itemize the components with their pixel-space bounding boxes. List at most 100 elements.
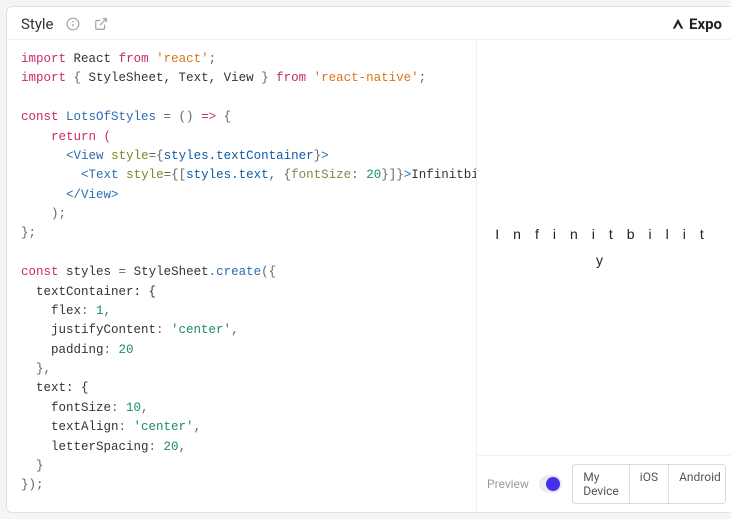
token-key: padding (21, 343, 104, 357)
token-paren: ({ (261, 265, 276, 279)
token-comma: , (231, 323, 239, 337)
token-line: }; (21, 226, 36, 240)
tab-android[interactable]: Android (669, 465, 726, 503)
platform-tabs: My Device iOS Android Web (572, 464, 726, 504)
token-keyword: import (21, 52, 66, 66)
token-line: } (21, 459, 44, 473)
preview-output-text: Infinitbility (489, 222, 724, 272)
token-punc: ; (209, 52, 217, 66)
token-line: ); (21, 207, 66, 221)
expo-logo-icon (671, 17, 685, 31)
token-punc: = () (156, 110, 201, 124)
token-comma: , (141, 401, 149, 415)
token-number: 20 (164, 440, 179, 454)
token-key: fontSize (291, 168, 351, 182)
external-link-icon[interactable] (92, 15, 110, 33)
sp (119, 168, 127, 182)
indent (21, 168, 81, 182)
token-key: letterSpacing (21, 440, 149, 454)
token-brace: { (156, 149, 164, 163)
token-jsx-tag: View (81, 188, 111, 202)
expo-snack-window: Style Expo import React from 'react'; im… (6, 6, 731, 513)
token-tag-open: < (81, 168, 89, 182)
token-tag-open: < (66, 149, 74, 163)
token-number: 10 (126, 401, 141, 415)
token-colon: : (119, 420, 134, 434)
preview-footer: Preview My Device iOS Android Web (477, 455, 731, 512)
token-string: 'react' (156, 52, 209, 66)
token-endtag-open: </ (66, 188, 81, 202)
token-brace: } (254, 71, 269, 85)
expo-brand-label: Expo (689, 15, 722, 33)
token-jsx-tag: Text (89, 168, 119, 182)
token-id: styles (66, 265, 111, 279)
token-brace: { (216, 110, 231, 124)
expo-brand[interactable]: Expo (671, 15, 722, 33)
token-comma: , (269, 168, 284, 182)
token-colon: : (104, 343, 119, 357)
token-colon: : (149, 440, 164, 454)
token-expr: styles.textContainer (164, 149, 314, 163)
sp (104, 149, 112, 163)
token-line: return ( (21, 130, 111, 144)
token-jsx-tag: View (74, 149, 104, 163)
token-expr: styles.text (186, 168, 269, 182)
token-method: create (216, 265, 261, 279)
token-colon: : (111, 401, 126, 415)
header-left: Style (21, 15, 110, 33)
token-comma: , (104, 304, 112, 318)
token-colon: : (81, 304, 96, 318)
code-editor[interactable]: import React from 'react'; import { Styl… (7, 40, 476, 512)
token-eq: = (149, 149, 157, 163)
token-key: fontSize (21, 401, 111, 415)
token-number: 20 (119, 343, 134, 357)
token-arrow: => (201, 110, 216, 124)
token-keyword: from (276, 71, 306, 85)
token-string: 'react-native' (314, 71, 419, 85)
token-dot: . (209, 265, 217, 279)
token-keyword: from (119, 52, 149, 66)
token-comma: , (179, 440, 187, 454)
token-brace: { (74, 71, 89, 85)
token-id: LotsOfStyles (66, 110, 156, 124)
token-brace: {[ (171, 168, 186, 182)
token-string: 'center' (134, 420, 194, 434)
token-colon: : (351, 168, 366, 182)
snack-title: Style (21, 15, 54, 33)
token-number: 1 (96, 304, 104, 318)
token-jsx-text: Infinitbility (411, 168, 476, 182)
header-bar: Style Expo (7, 7, 731, 40)
info-icon[interactable] (64, 15, 82, 33)
token-line: }); (21, 478, 44, 492)
token-class: StyleSheet (134, 265, 209, 279)
token-ids: StyleSheet, Text, View (89, 71, 254, 85)
preview-label: Preview (487, 477, 529, 491)
token-keyword: const (21, 265, 59, 279)
token-comma: , (194, 420, 202, 434)
token-attr: style (111, 149, 149, 163)
indent (21, 188, 66, 202)
token-endtag-close: > (111, 188, 119, 202)
token-key: flex (21, 304, 81, 318)
token-keyword: const (21, 110, 59, 124)
tab-my-device[interactable]: My Device (573, 465, 630, 503)
token-keyword: import (21, 71, 66, 85)
preview-pane: Infinitbility Preview My Device iOS Andr… (476, 40, 731, 512)
toggle-knob (546, 477, 560, 491)
token-brace: }]} (381, 168, 404, 182)
token-key: justifyContent (21, 323, 156, 337)
token-line: }, (21, 362, 51, 376)
tab-ios[interactable]: iOS (630, 465, 669, 503)
token-line: text: { (21, 381, 89, 395)
preview-body: Infinitbility (477, 40, 731, 455)
token-punc: ; (419, 71, 427, 85)
token-id: React (74, 52, 112, 66)
token-tag-close: > (321, 149, 329, 163)
token-key: textAlign (21, 420, 119, 434)
token-colon: : (156, 323, 171, 337)
token-eq: = (164, 168, 172, 182)
preview-toggle[interactable] (539, 475, 562, 493)
token-line: textContainer: { (21, 285, 156, 299)
main-area: import React from 'react'; import { Styl… (7, 40, 731, 512)
token-number: 20 (366, 168, 381, 182)
